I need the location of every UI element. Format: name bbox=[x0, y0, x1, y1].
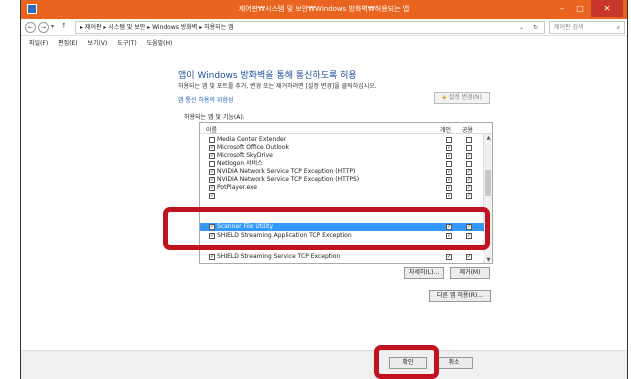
risk-link[interactable]: 앱 통신 허용의 위험성 bbox=[178, 95, 233, 104]
enabled-checkbox[interactable]: ✓ bbox=[209, 193, 215, 199]
public-checkbox[interactable]: ✓ bbox=[466, 153, 472, 159]
list-item[interactable]: ✓ NVIDIA Network Service TCP Exception (… bbox=[200, 168, 484, 176]
cancel-button[interactable]: 취소 bbox=[435, 357, 473, 369]
refresh-icon[interactable]: ↻ bbox=[533, 22, 538, 33]
enabled-checkbox[interactable] bbox=[209, 161, 215, 167]
app-name: Microsoft Office Outlook bbox=[217, 144, 289, 151]
list-item[interactable]: Media Center Extender bbox=[200, 136, 484, 144]
main-content: 앱이 Windows 방화벽을 통해 통신하도록 허용 허용되는 앱 및 포트를… bbox=[21, 50, 627, 350]
list-item[interactable]: ✓ Microsoft SkyDrive ✓ ✓ bbox=[200, 152, 484, 160]
enabled-checkbox[interactable]: ✓ bbox=[209, 169, 215, 175]
app-name: PotPlayer.exe bbox=[217, 184, 258, 191]
column-public[interactable]: 공용 bbox=[462, 125, 473, 134]
search-placeholder: 제어판 검색 bbox=[554, 24, 584, 31]
address-field[interactable]: ▸ 제어판 ▸ 시스템 및 보안 ▸ Windows 방화벽 ▸ 허용되는 앱 … bbox=[75, 21, 545, 34]
change-settings-button[interactable]: ◈ 설정 변경(N) bbox=[434, 92, 490, 104]
change-settings-label: 설정 변경(N) bbox=[448, 94, 482, 101]
public-checkbox[interactable]: ✓ bbox=[466, 254, 472, 260]
enabled-checkbox[interactable]: ✓ bbox=[209, 153, 215, 159]
menu-file[interactable]: 파일(F) bbox=[29, 37, 48, 50]
app-name: Microsoft SkyDrive bbox=[217, 152, 273, 159]
search-input[interactable]: 제어판 검색 ⌕ bbox=[549, 21, 625, 34]
list-item[interactable]: ✓ NVIDIA Network Service TCP Exception (… bbox=[200, 176, 484, 184]
private-checkbox[interactable] bbox=[446, 161, 452, 167]
app-name: NVIDIA Network Service TCP Exception (HT… bbox=[217, 168, 356, 175]
page-description: 허용되는 앱 및 포트를 추가, 변경 또는 제거하려면 [설정 변경]을 클릭… bbox=[178, 83, 377, 90]
app-name: NVIDIA Network Service TCP Exception (HT… bbox=[217, 176, 360, 183]
back-button[interactable]: ← bbox=[25, 22, 36, 33]
private-checkbox[interactable]: ✓ bbox=[446, 145, 452, 151]
private-checkbox[interactable]: ✓ bbox=[446, 177, 452, 183]
dialog-footer: 확인 취소 bbox=[21, 350, 627, 379]
search-icon[interactable]: ⌕ bbox=[617, 22, 620, 33]
desktop-edge bbox=[0, 0, 20, 379]
highlight-box-list bbox=[163, 207, 490, 250]
scroll-up-icon[interactable]: ▲ bbox=[484, 134, 492, 142]
maximize-button[interactable]: □ bbox=[571, 0, 589, 17]
app-name: SHIELD Streaming Service TCP Exception bbox=[217, 253, 341, 260]
enabled-checkbox[interactable]: ✓ bbox=[209, 254, 215, 260]
title-bar[interactable]: 제어판₩시스템 및 보안₩Windows 방화벽₩허용되는 앱 – □ ✕ bbox=[21, 0, 627, 19]
minimize-button[interactable]: – bbox=[553, 0, 571, 17]
remove-button[interactable]: 제거(M) bbox=[450, 267, 490, 279]
public-checkbox[interactable] bbox=[466, 137, 472, 143]
column-private[interactable]: 개인 bbox=[440, 125, 451, 134]
public-checkbox[interactable]: ✓ bbox=[466, 177, 472, 183]
highlight-box-ok bbox=[374, 345, 439, 379]
forward-button[interactable]: → bbox=[38, 22, 49, 33]
menu-bar: 파일(F) 편집(E) 보기(V) 도구(T) 도움말(H) bbox=[21, 37, 627, 50]
scroll-thumb[interactable] bbox=[485, 170, 491, 196]
menu-help[interactable]: 도움말(H) bbox=[147, 37, 173, 50]
menu-edit[interactable]: 편집(E) bbox=[58, 37, 78, 50]
public-checkbox[interactable]: ✓ bbox=[466, 169, 472, 175]
private-checkbox[interactable]: ✓ bbox=[446, 169, 452, 175]
public-checkbox[interactable] bbox=[466, 161, 472, 167]
list-item[interactable]: ✓ PotPlayer.exe ✓ ✓ bbox=[200, 184, 484, 192]
menu-view[interactable]: 보기(V) bbox=[88, 37, 108, 50]
window-title: 제어판₩시스템 및 보안₩Windows 방화벽₩허용되는 앱 bbox=[238, 5, 410, 13]
recent-pages-icon[interactable]: ▾ bbox=[51, 23, 54, 30]
list-item[interactable]: Netlogon 서비스 bbox=[200, 160, 484, 168]
private-checkbox[interactable]: ✓ bbox=[446, 254, 452, 260]
enabled-checkbox[interactable] bbox=[209, 137, 215, 143]
enabled-checkbox[interactable]: ✓ bbox=[209, 177, 215, 183]
app-name: Netlogon 서비스 bbox=[217, 160, 263, 167]
address-dropdown-icon[interactable]: ⌄ bbox=[519, 22, 524, 33]
list-item[interactable]: ✓ ✓ ✓ bbox=[200, 192, 484, 200]
close-button[interactable]: ✕ bbox=[591, 0, 623, 17]
scroll-down-icon[interactable]: ▼ bbox=[484, 256, 492, 263]
app-name: Media Center Extender bbox=[217, 136, 287, 143]
up-button[interactable]: ↑ bbox=[61, 22, 67, 30]
list-header: 이름 개인 공용 bbox=[200, 123, 492, 134]
address-bar: ← → ▾ ↑ ▸ 제어판 ▸ 시스템 및 보안 ▸ Windows 방화벽 ▸… bbox=[21, 19, 627, 36]
allowed-apps-label: 허용되는 앱 및 기능(A): bbox=[184, 114, 245, 121]
allow-other-app-button[interactable]: 다른 앱 허용(R)... bbox=[429, 290, 491, 302]
list-item[interactable]: ✓ Microsoft Office Outlook ✓ bbox=[200, 144, 484, 152]
enabled-checkbox[interactable]: ✓ bbox=[209, 145, 215, 151]
control-panel-window: 제어판₩시스템 및 보안₩Windows 방화벽₩허용되는 앱 – □ ✕ ← … bbox=[20, 0, 628, 379]
private-checkbox[interactable]: ✓ bbox=[446, 153, 452, 159]
page-title: 앱이 Windows 방화벽을 통해 통신하도록 허용 bbox=[178, 71, 357, 81]
enabled-checkbox[interactable]: ✓ bbox=[209, 185, 215, 191]
column-name[interactable]: 이름 bbox=[206, 125, 217, 134]
public-checkbox[interactable]: ✓ bbox=[466, 193, 472, 199]
private-checkbox[interactable]: ✓ bbox=[446, 193, 452, 199]
menu-tools[interactable]: 도구(T) bbox=[117, 37, 136, 50]
private-checkbox[interactable] bbox=[446, 137, 452, 143]
public-checkbox[interactable]: ✓ bbox=[466, 185, 472, 191]
list-item[interactable]: ✓ SHIELD Streaming Service TCP Exception… bbox=[200, 253, 484, 261]
shield-icon: ◈ bbox=[442, 94, 447, 101]
details-button[interactable]: 자세히(L)... bbox=[404, 267, 444, 279]
breadcrumb-path[interactable]: ▸ 제어판 ▸ 시스템 및 보안 ▸ Windows 방화벽 ▸ 허용되는 앱 bbox=[80, 24, 234, 31]
private-checkbox[interactable]: ✓ bbox=[446, 185, 452, 191]
public-checkbox[interactable] bbox=[466, 145, 472, 151]
